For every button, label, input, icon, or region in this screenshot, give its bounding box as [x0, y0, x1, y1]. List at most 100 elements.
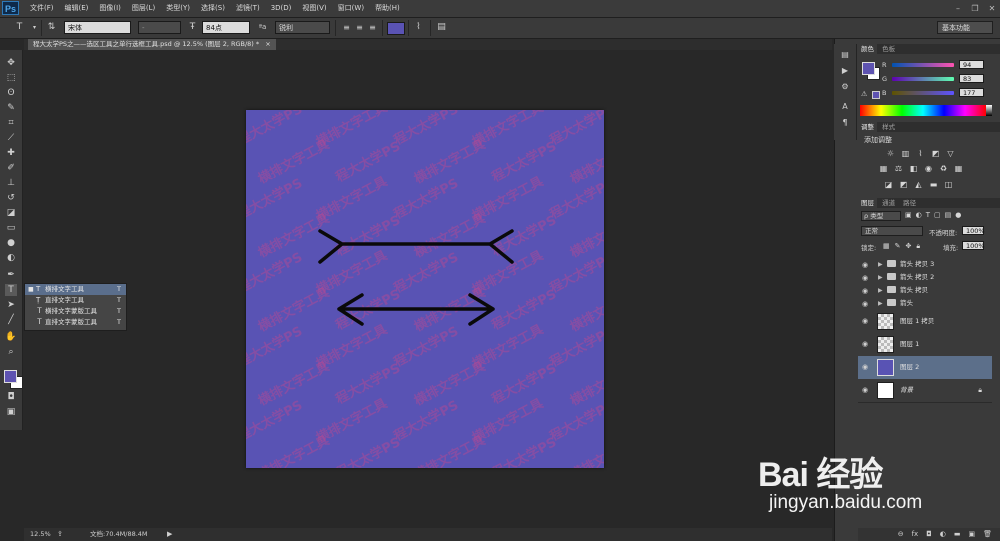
document-tab[interactable]: 程大太学PS之——选区工具之单行选框工具.psd @ 12.5% (图层 2, … [28, 39, 276, 50]
align-center-icon[interactable]: ≡ [353, 21, 366, 34]
vibrance-icon[interactable]: ▽ [946, 149, 955, 158]
color-lookup-icon[interactable]: ▦ [954, 164, 963, 173]
menu-image[interactable]: 图像(I) [99, 0, 127, 17]
tool-preset-dropdown-icon[interactable]: ▾ [28, 21, 41, 34]
tab-styles[interactable]: 样式 [879, 122, 898, 132]
expand-arrow-icon[interactable]: ▶ [878, 284, 883, 297]
dodge-tool-icon[interactable]: ◐ [5, 252, 17, 264]
menu-file[interactable]: 文件(F) [30, 0, 60, 17]
menu-layer[interactable]: 图层(L) [132, 0, 161, 17]
expand-arrow-icon[interactable]: ▶ [878, 297, 883, 310]
tab-channels[interactable]: 通道 [879, 198, 898, 208]
paragraph-panel-icon[interactable]: ¶ [840, 118, 850, 128]
selective-color-icon[interactable]: ◫ [944, 180, 953, 189]
lock-move-icon[interactable]: ✥ [906, 242, 912, 251]
lasso-tool-icon[interactable]: ʘ [5, 87, 17, 99]
foreground-color-swatch[interactable] [4, 370, 17, 383]
warp-text-icon[interactable]: ⌇ [412, 21, 425, 34]
screen-mode-icon[interactable]: ▣ [5, 406, 17, 418]
restore-icon[interactable]: ❐ [971, 4, 979, 13]
menu-help[interactable]: 帮助(H) [375, 0, 406, 17]
new-layer-icon[interactable]: ▣ [968, 530, 975, 538]
flyout-item-horizontal-type[interactable]: ■ T 横排文字工具 T [25, 284, 126, 295]
tab-close-icon[interactable]: × [265, 40, 270, 48]
crop-tool-icon[interactable]: ⌗ [5, 117, 17, 129]
visibility-eye-icon[interactable]: ◉ [862, 300, 868, 308]
curves-icon[interactable]: ⌇ [916, 149, 925, 158]
r-value[interactable]: 94 [959, 60, 984, 69]
link-layers-icon[interactable]: ⊖ [898, 530, 904, 538]
visibility-eye-icon[interactable]: ◉ [862, 261, 868, 269]
eraser-tool-icon[interactable]: ◪ [5, 207, 17, 219]
move-tool-icon[interactable]: ✥ [5, 57, 17, 69]
menu-select[interactable]: 选择(S) [201, 0, 231, 17]
layer-filter-select[interactable]: ρ 类型 [861, 211, 901, 221]
quick-select-tool-icon[interactable]: ✎ [5, 102, 17, 114]
threshold-icon[interactable]: ◭ [914, 180, 923, 189]
clone-stamp-tool-icon[interactable]: ⊥ [5, 177, 17, 189]
layer-row[interactable]: ◉ 图层 1 拷贝 [858, 310, 992, 334]
black-white-icon[interactable]: ◧ [909, 164, 918, 173]
gradient-map-icon[interactable]: ▬ [929, 180, 938, 189]
layer-row-selected[interactable]: ◉ 图层 2 [858, 356, 992, 380]
layer-mask-icon[interactable]: ◘ [926, 530, 932, 538]
align-left-icon[interactable]: ≡ [340, 21, 353, 34]
marquee-tool-icon[interactable]: ⬚ [5, 72, 17, 84]
layer-group-row[interactable]: ◉ ▶ 箭头 拷贝 [858, 284, 992, 298]
filter-toggle-icon[interactable]: ● [955, 211, 961, 219]
layer-style-icon[interactable]: fx [912, 530, 919, 538]
text-orientation-icon[interactable]: ⇅ [45, 21, 58, 34]
close-icon[interactable]: ✕ [988, 4, 996, 13]
antialias-select[interactable]: 锐利 [275, 21, 330, 34]
color-balance-icon[interactable]: ⚖ [894, 164, 903, 173]
channel-mixer-icon[interactable]: ♻ [939, 164, 948, 173]
lock-transparent-icon[interactable]: ▦ [883, 242, 890, 251]
lock-paint-icon[interactable]: ✎ [895, 242, 901, 251]
gradient-tool-icon[interactable]: ▭ [5, 222, 17, 234]
flyout-item-vertical-type[interactable]: Ṭ 直排文字工具 T [25, 295, 126, 306]
minimize-icon[interactable]: – [954, 4, 962, 13]
eyedropper-tool-icon[interactable]: ⟋ [5, 132, 17, 144]
history-brush-tool-icon[interactable]: ↺ [5, 192, 17, 204]
zoom-level[interactable]: 12.5% [30, 528, 51, 541]
brightness-icon[interactable]: ☼ [886, 149, 895, 158]
font-style-select[interactable]: - [138, 21, 181, 34]
fg-color-chip[interactable] [862, 62, 875, 75]
filter-pixel-icon[interactable]: ▣ [905, 211, 912, 219]
web-safe-swatch[interactable] [872, 91, 880, 99]
pen-tool-icon[interactable]: ✒ [5, 269, 17, 281]
healing-brush-tool-icon[interactable]: ✚ [5, 147, 17, 159]
zoom-tool-icon[interactable]: ⌕ [5, 346, 17, 358]
text-color-swatch[interactable] [387, 22, 405, 35]
flyout-item-vertical-type-mask[interactable]: Ｔ 直排文字蒙版工具 T [25, 317, 126, 328]
font-family-select[interactable]: 宋体 [64, 21, 131, 34]
b-value[interactable]: 177 [959, 88, 984, 97]
g-slider[interactable] [892, 77, 954, 81]
brush-tool-icon[interactable]: ✐ [5, 162, 17, 174]
levels-icon[interactable]: ▥ [901, 149, 910, 158]
actions-panel-icon[interactable]: ▶ [840, 66, 850, 76]
r-slider[interactable] [892, 63, 954, 67]
menu-window[interactable]: 窗口(W) [338, 0, 370, 17]
layer-row[interactable]: ◉ 背景 🔒︎ [858, 379, 992, 403]
visibility-eye-icon[interactable]: ◉ [862, 363, 868, 371]
filter-adjust-icon[interactable]: ◐ [916, 211, 922, 219]
b-slider[interactable] [892, 91, 954, 95]
expand-arrow-icon[interactable]: ▶ [878, 258, 883, 271]
lock-all-icon[interactable]: 🔒︎ [916, 242, 920, 251]
menu-type[interactable]: 类型(Y) [166, 0, 196, 17]
posterize-icon[interactable]: ◩ [899, 180, 908, 189]
font-size-select[interactable]: 84点 [202, 21, 250, 34]
tab-color[interactable]: 颜色 [858, 44, 877, 54]
layer-group-row[interactable]: ◉ ▶ 箭头 [858, 297, 992, 311]
color-spectrum[interactable] [860, 105, 986, 116]
properties-panel-icon[interactable]: ⚙ [840, 82, 850, 92]
tab-paths[interactable]: 路径 [900, 198, 919, 208]
grayscale-ramp[interactable] [986, 105, 992, 116]
menu-view[interactable]: 视图(V) [302, 0, 332, 17]
opacity-value[interactable]: 100% [962, 226, 985, 235]
tab-swatches[interactable]: 色板 [879, 44, 898, 54]
adjustment-layer-icon[interactable]: ◐ [940, 530, 946, 538]
visibility-eye-icon[interactable]: ◉ [862, 274, 868, 282]
type-tool-icon[interactable]: T [13, 21, 26, 34]
